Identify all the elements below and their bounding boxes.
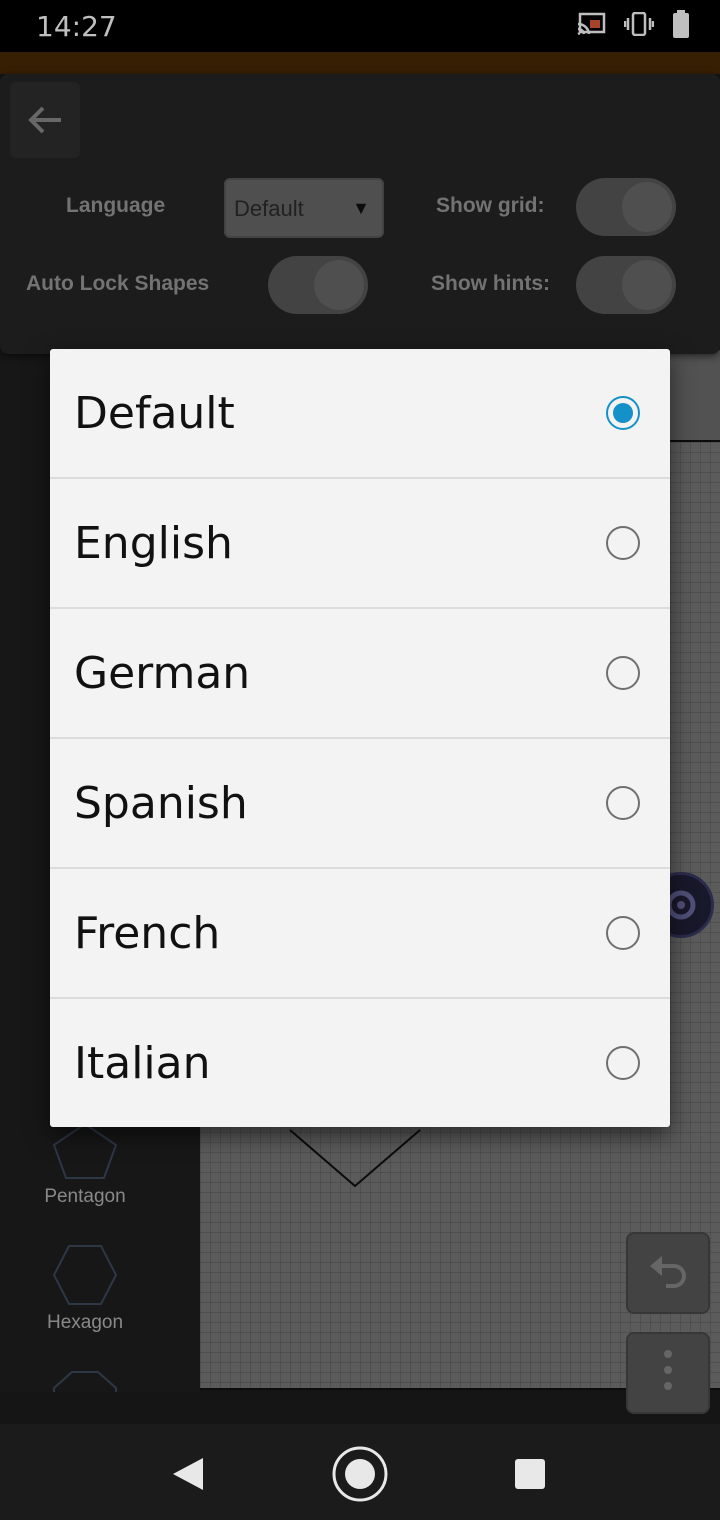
option-label: Italian: [74, 1037, 211, 1089]
option-label: English: [74, 517, 233, 569]
nav-back-icon: [173, 1458, 203, 1490]
language-option-default[interactable]: Default: [50, 349, 670, 479]
option-label: French: [74, 907, 221, 959]
nav-home-icon: [332, 1446, 388, 1502]
navigation-bar: [0, 1424, 720, 1520]
language-dialog: Default English German Spanish French It…: [50, 349, 670, 1127]
radio-button[interactable]: [606, 526, 640, 560]
language-option-german[interactable]: German: [50, 609, 670, 739]
language-option-spanish[interactable]: Spanish: [50, 739, 670, 869]
radio-button[interactable]: [606, 786, 640, 820]
nav-recents-icon: [515, 1459, 545, 1489]
nav-back-button[interactable]: [158, 1444, 218, 1504]
language-option-english[interactable]: English: [50, 479, 670, 609]
option-label: Spanish: [74, 777, 248, 829]
language-option-italian[interactable]: Italian: [50, 999, 670, 1127]
nav-recents-button[interactable]: [500, 1444, 560, 1504]
nav-home-button[interactable]: [330, 1444, 390, 1504]
radio-button[interactable]: [606, 916, 640, 950]
radio-button[interactable]: [606, 1046, 640, 1080]
language-option-french[interactable]: French: [50, 869, 670, 999]
radio-button[interactable]: [606, 656, 640, 690]
option-label: German: [74, 647, 251, 699]
option-label: Default: [74, 387, 235, 439]
radio-button-checked[interactable]: [606, 396, 640, 430]
